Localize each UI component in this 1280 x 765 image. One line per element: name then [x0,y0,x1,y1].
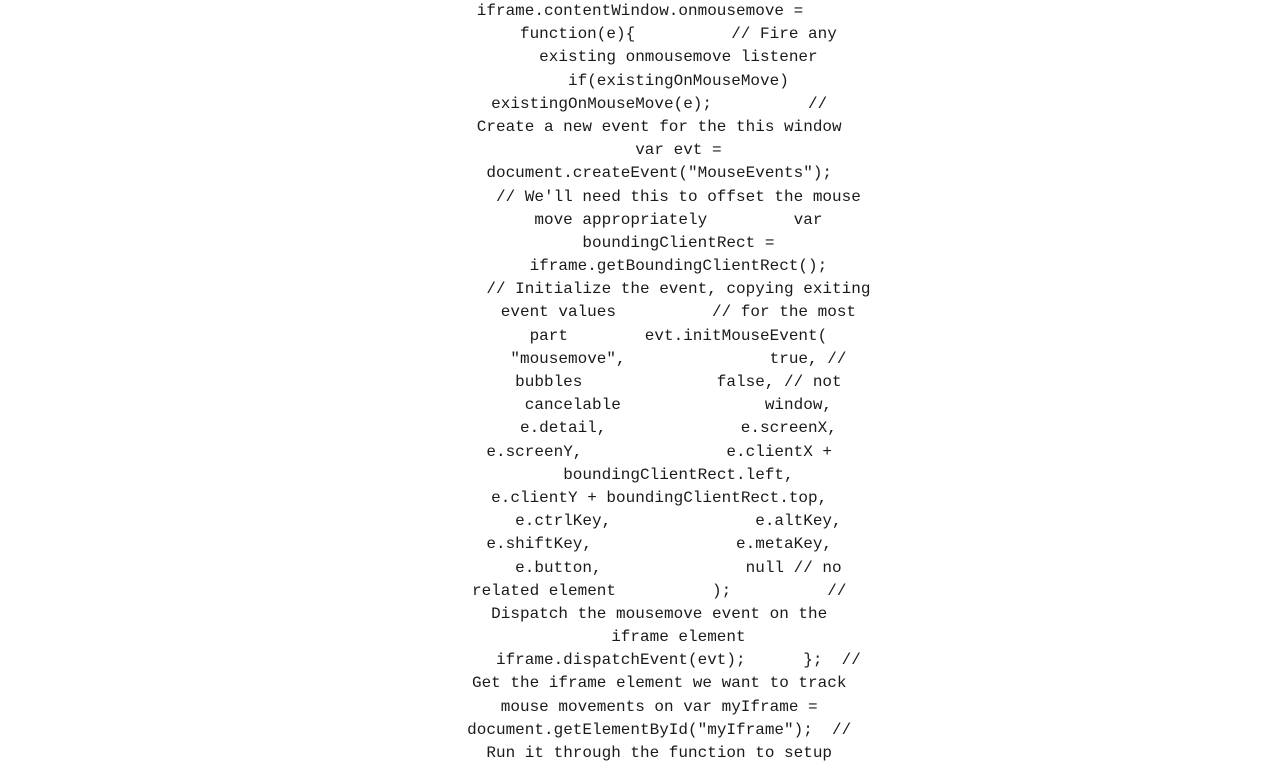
code-line: cancelable window, [0,394,1280,417]
code-line: related element ); // [0,580,1280,603]
code-line: e.detail, e.screenX, [0,417,1280,440]
code-line: iframe.dispatchEvent(evt); }; // [0,649,1280,672]
code-line: part evt.initMouseEvent( [0,325,1280,348]
code-line: var evt = [0,139,1280,162]
code-line: // We'll need this to offset the mouse [0,186,1280,209]
code-line: "mousemove", true, // [0,348,1280,371]
code-line: bubbles false, // not [0,371,1280,394]
code-line: Dispatch the mousemove event on the [0,603,1280,626]
code-line: document.getElementById("myIframe"); // [0,719,1280,742]
code-line: document.createEvent("MouseEvents"); [0,162,1280,185]
code-line: existing onmousemove listener [0,46,1280,69]
code-line: iframe element [0,626,1280,649]
code-line: Create a new event for the this window [0,116,1280,139]
code-line: event values // for the most [0,301,1280,324]
code-line: e.shiftKey, e.metaKey, [0,533,1280,556]
code-line: Run it through the function to setup [0,742,1280,765]
code-block: iframe.contentWindow.onmousemove = funct… [0,0,1280,765]
code-line: iframe.getBoundingClientRect(); [0,255,1280,278]
code-line: boundingClientRect = [0,232,1280,255]
code-line: e.clientY + boundingClientRect.top, [0,487,1280,510]
code-line: boundingClientRect.left, [0,464,1280,487]
code-line: // Initialize the event, copying exiting [0,278,1280,301]
code-line: if(existingOnMouseMove) [0,70,1280,93]
code-line: iframe.contentWindow.onmousemove = [0,0,1280,23]
code-line: move appropriately var [0,209,1280,232]
code-line: Get the iframe element we want to track [0,672,1280,695]
code-line: e.ctrlKey, e.altKey, [0,510,1280,533]
code-line: existingOnMouseMove(e); // [0,93,1280,116]
code-line: function(e){ // Fire any [0,23,1280,46]
code-line: e.button, null // no [0,557,1280,580]
code-line: e.screenY, e.clientX + [0,441,1280,464]
code-line: mouse movements on var myIframe = [0,696,1280,719]
